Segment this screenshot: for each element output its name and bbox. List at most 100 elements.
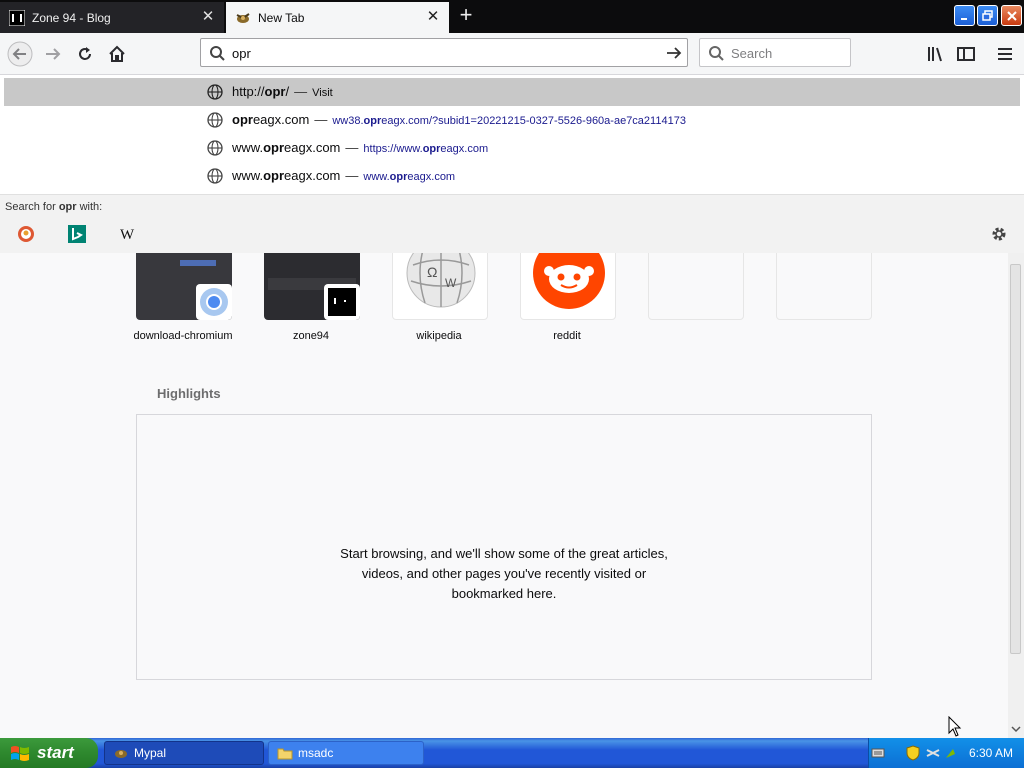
restore-icon <box>981 9 993 21</box>
wikipedia-globe-icon: ΩW <box>406 253 476 308</box>
urlbar-autocomplete-popup: http://opr/— Visit opreagx.com — ww38.oprea… <box>0 75 1024 253</box>
home-icon <box>109 45 125 62</box>
library-icon <box>928 47 942 62</box>
topsite-empty <box>648 252 744 320</box>
topsite-wikipedia[interactable]: ΩW <box>392 252 488 320</box>
url-bar[interactable]: opr <box>200 38 688 67</box>
bing-engine-button[interactable] <box>67 224 87 244</box>
taskbar-item-msadc[interactable]: msadc <box>268 741 424 765</box>
chromium-icon <box>200 288 228 316</box>
close-window-button[interactable] <box>1001 5 1022 26</box>
highlights-empty-state: Start browsing, and we'll show some of t… <box>136 414 872 680</box>
wikipedia-engine-button[interactable]: W <box>118 224 138 244</box>
suggestion-title: opreagx.com — ww38.opreagx.com/?subid1=202… <box>232 112 686 127</box>
search-icon <box>709 46 724 61</box>
search-settings-button[interactable] <box>989 224 1009 244</box>
highlights-heading[interactable]: Highlights <box>157 386 221 401</box>
tab-new-tab[interactable]: New Tab ✕ <box>226 2 449 33</box>
taskbar-item-mypal[interactable]: Mypal <box>104 741 264 765</box>
suggestion-action: Visit <box>312 87 333 99</box>
keyboard-icon[interactable] <box>871 746 885 760</box>
zone94-logo <box>324 284 360 320</box>
back-button[interactable] <box>7 41 33 67</box>
network-icon[interactable] <box>925 746 941 760</box>
topsite-reddit[interactable] <box>520 252 616 320</box>
library-button[interactable] <box>922 41 948 67</box>
new-tab-button[interactable]: + <box>455 4 477 28</box>
taskbar-item-label: msadc <box>298 746 334 760</box>
suggestion-url: https://www.opreagx.com <box>363 143 489 155</box>
topsite-download-chromium[interactable] <box>136 252 232 320</box>
restore-button[interactable] <box>977 5 998 26</box>
highlights-message: Start browsing, and we'll show some of t… <box>137 544 871 604</box>
globe-icon <box>207 84 223 100</box>
duckduckgo-engine-button[interactable] <box>16 224 36 244</box>
suggestion-row[interactable]: opreagx.com — ww38.opreagx.com/?subid1=202… <box>4 106 1020 134</box>
suggestion-title: www.opreagx.com — www.opreagx.com <box>232 168 456 183</box>
close-tab-icon[interactable]: ✕ <box>200 9 216 25</box>
highlights-line: videos, and other pages you've recently … <box>361 566 647 581</box>
minimize-icon <box>960 17 967 20</box>
globe-icon <box>207 112 223 128</box>
wikipedia-w-icon: W <box>120 227 135 243</box>
update-icon[interactable] <box>943 746 957 760</box>
suggestion-url: ww38.opreagx.com/?subid1=20221215-0327-5… <box>332 115 686 127</box>
sidebar-button[interactable] <box>953 41 979 67</box>
suggestion-title: http://opr/— Visit <box>232 84 333 99</box>
one-off-search-bar: Search for opr with: W <box>0 194 1024 253</box>
mouse-cursor-icon <box>948 716 962 737</box>
suggestion-row[interactable]: www.opreagx.com — https://www.opreagx.com <box>4 134 1020 162</box>
svg-text:Ω: Ω <box>427 264 437 280</box>
search-bar[interactable]: Search <box>699 38 851 67</box>
reload-icon <box>79 47 91 60</box>
minimize-button[interactable] <box>954 5 975 26</box>
close-icon <box>1006 10 1017 21</box>
menu-button[interactable] <box>992 41 1018 67</box>
close-tab-icon[interactable]: ✕ <box>425 9 441 25</box>
taskbar-item-label: Mypal <box>134 746 167 760</box>
forward-arrow-icon <box>46 48 61 60</box>
suggestion-row[interactable]: www.opreagx.com — www.opreagx.com <box>4 162 1020 190</box>
suggestion-title: www.opreagx.com — https://www.opreagx.com <box>232 140 489 155</box>
topsite-empty <box>776 252 872 320</box>
scrollbar[interactable] <box>1008 252 1024 738</box>
tab-title: Zone 94 - Blog <box>32 10 111 25</box>
svg-text:W: W <box>120 227 135 243</box>
folder-icon <box>277 748 293 760</box>
topsite-label: download-chromium <box>133 330 233 342</box>
svg-text:W: W <box>445 276 457 290</box>
topsite-label: zone94 <box>292 330 330 342</box>
bing-icon <box>68 225 86 243</box>
globe-icon <box>207 140 223 156</box>
chromium-logo <box>196 284 232 320</box>
gear-icon <box>992 227 1006 241</box>
forward-button[interactable] <box>40 41 66 67</box>
tab-strip: Zone 94 - Blog ✕ New Tab ✕ + <box>0 0 1024 33</box>
search-placeholder: Search <box>731 46 773 61</box>
sidebar-icon <box>957 47 975 61</box>
mypal-favicon-icon <box>235 10 251 26</box>
suggestion-url: www.opreagx.com <box>363 171 456 183</box>
start-button[interactable]: start <box>0 738 98 768</box>
go-arrow-icon[interactable] <box>665 45 683 61</box>
duckduckgo-icon <box>18 226 34 242</box>
back-arrow-icon <box>7 41 33 67</box>
tab-zone94[interactable]: Zone 94 - Blog ✕ <box>0 2 224 33</box>
hamburger-menu-icon <box>998 48 1012 60</box>
security-shield-icon[interactable] <box>906 745 920 761</box>
start-label: start <box>37 743 74 762</box>
scroll-down-icon[interactable] <box>1011 724 1021 734</box>
windows-flag-icon <box>11 746 29 761</box>
thumbnail-detail <box>180 260 216 266</box>
scroll-thumb[interactable] <box>1010 264 1021 654</box>
navigation-toolbar: opr Search <box>0 33 1024 75</box>
topsite-zone94[interactable] <box>264 252 360 320</box>
url-input-value[interactable]: opr <box>232 46 251 61</box>
home-button[interactable] <box>104 41 130 67</box>
highlights-line: Start browsing, and we'll show some of t… <box>340 546 668 561</box>
topsite-label: reddit <box>553 330 581 342</box>
reload-button[interactable] <box>72 41 98 67</box>
system-tray: 6:30 AM <box>868 738 1024 768</box>
suggestion-row[interactable]: http://opr/— Visit <box>4 78 1020 106</box>
zone94-favicon-icon <box>8 9 26 26</box>
